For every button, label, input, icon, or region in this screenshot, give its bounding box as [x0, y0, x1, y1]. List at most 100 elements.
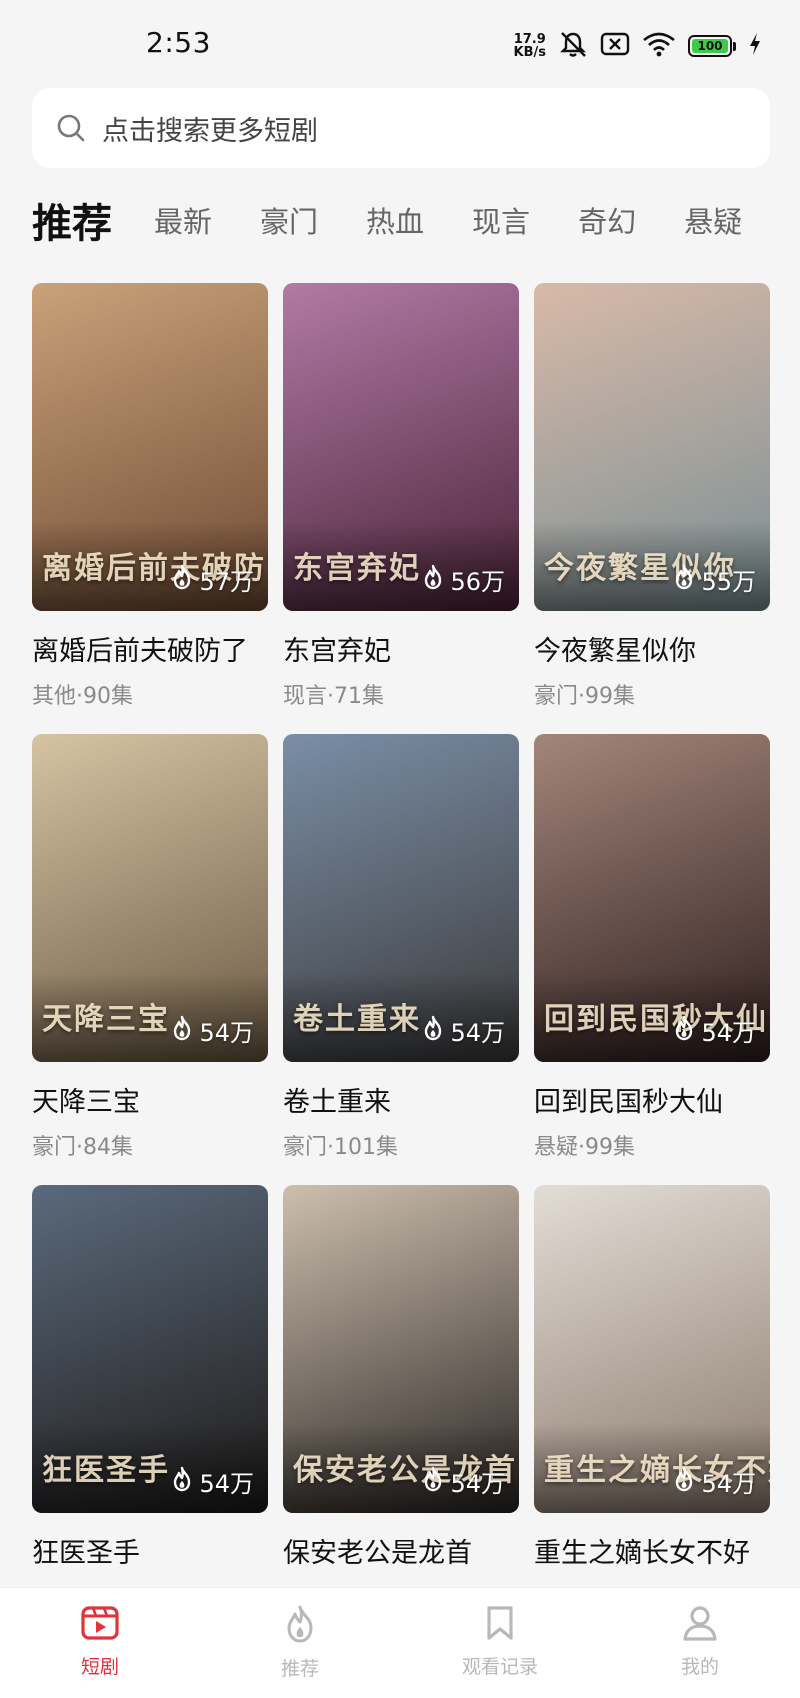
drama-title[interactable]: 今夜繁星似你 [534, 629, 770, 668]
drama-poster[interactable]: 保安老公是龙首 54万 [283, 1185, 519, 1513]
drama-title[interactable]: 重生之嫡长女不好 [534, 1531, 770, 1570]
nav-item-short-drama[interactable]: 短剧 [0, 1588, 200, 1698]
network-speed-unit: KB/s [513, 45, 546, 60]
tab-1[interactable]: 推荐 [32, 191, 112, 249]
drama-meta: 现言·71集 [283, 684, 384, 709]
heat-badge: 57万 [171, 562, 254, 597]
poster-title-art: 卷土重来 [293, 1002, 421, 1037]
tab-6[interactable]: 奇幻 [578, 199, 636, 241]
drama-meta: 悬疑·99集 [534, 1135, 635, 1160]
nav-label: 观看记录 [461, 1656, 538, 1678]
bookmark-icon [483, 1604, 517, 1646]
drama-title[interactable]: 回到民国秒大仙 [534, 1080, 770, 1119]
heat-badge: 54万 [171, 1464, 254, 1499]
bottom-nav: 短剧 推荐 观看记录 我的 [0, 1587, 800, 1698]
flame-icon [171, 564, 193, 596]
drama-card[interactable]: 卷土重来 54万 卷土重来 豪门·101集 [283, 734, 519, 1161]
drama-title[interactable]: 卷土重来 [283, 1080, 519, 1119]
tab-2[interactable]: 最新 [154, 199, 212, 241]
drama-poster[interactable]: 狂医圣手 54万 [32, 1185, 268, 1513]
heat-badge: 54万 [171, 1013, 254, 1048]
flame-icon [171, 1015, 193, 1047]
flame-icon [673, 564, 695, 596]
drama-title[interactable]: 离婚后前夫破防了 [32, 629, 268, 668]
battery-icon: 100 [688, 35, 736, 57]
drama-title[interactable]: 保安老公是龙首 [283, 1531, 519, 1570]
drama-title[interactable]: 天降三宝 [32, 1080, 268, 1119]
status-icons: 17.9 KB/s 100 [514, 30, 762, 62]
heat-count: 54万 [450, 1470, 505, 1498]
drama-card[interactable]: 保安老公是龙首 54万保安老公是龙首 [283, 1185, 519, 1570]
drama-title[interactable]: 狂医圣手 [32, 1531, 268, 1570]
drama-card[interactable]: 东宫弃妃 56万 东宫弃妃 现言·71集 [283, 283, 519, 710]
heat-badge: 54万 [673, 1013, 756, 1048]
heat-count: 54万 [701, 1470, 756, 1498]
heat-count: 54万 [199, 1470, 254, 1498]
category-tabs: 推荐 最新 豪门 热血 现言 奇幻 悬疑 [32, 190, 800, 250]
flame-icon [422, 564, 444, 596]
nav-label: 我的 [680, 1656, 719, 1678]
network-speed: 17.9 KB/s [514, 33, 546, 59]
heat-count: 54万 [199, 1019, 254, 1047]
poster-title-art: 天降三宝 [42, 1002, 170, 1037]
drama-grid: 离婚后前夫破防了57万离婚后前夫破防了其他·90集东宫弃妃56万东宫弃妃现言·7… [32, 283, 770, 1570]
wifi-icon [642, 31, 676, 61]
drama-poster[interactable]: 离婚后前夫破防了57万 [32, 283, 268, 611]
short-drama-icon [80, 1604, 120, 1646]
drama-title[interactable]: 东宫弃妃 [283, 629, 519, 668]
nav-label: 推荐 [280, 1658, 319, 1680]
drama-card[interactable]: 离婚后前夫破防了57万离婚后前夫破防了其他·90集 [32, 283, 268, 710]
drama-card[interactable]: 重生之嫡长女不好惹54万重生之嫡长女不好 [534, 1185, 770, 1570]
drama-meta: 豪门·99集 [534, 684, 635, 709]
status-bar: 2:53 17.9 KB/s 100 [0, 0, 800, 90]
heat-count: 56万 [450, 568, 505, 596]
heat-badge: 56万 [422, 562, 505, 597]
search-icon [57, 114, 85, 142]
poster-title-art: 狂医圣手 [42, 1453, 170, 1488]
search-placeholder: 点击搜索更多短剧 [102, 115, 318, 147]
heat-badge: 54万 [422, 1464, 505, 1499]
drama-poster[interactable]: 天降三宝 54万 [32, 734, 268, 1062]
flame-icon [171, 1466, 193, 1498]
flame-icon [673, 1015, 695, 1047]
heat-count: 54万 [701, 1019, 756, 1047]
charging-icon [748, 32, 762, 60]
tab-3[interactable]: 豪门 [260, 199, 318, 241]
nav-item-profile[interactable]: 我的 [600, 1588, 800, 1698]
search-input[interactable]: 点击搜索更多短剧 [32, 88, 770, 168]
flame-icon [422, 1015, 444, 1047]
drama-poster[interactable]: 卷土重来 54万 [283, 734, 519, 1062]
mute-icon [558, 30, 588, 62]
drama-card[interactable]: 今夜繁星似你 55万今夜繁星似你豪门·99集 [534, 283, 770, 710]
drama-meta: 豪门·101集 [283, 1135, 398, 1160]
tab-5[interactable]: 现言 [472, 199, 530, 241]
heat-badge: 54万 [673, 1464, 756, 1499]
drama-meta: 其他·90集 [32, 684, 133, 709]
poster-title-art: 东宫弃妃 [293, 551, 421, 586]
drama-poster[interactable]: 今夜繁星似你 55万 [534, 283, 770, 611]
tab-4[interactable]: 热血 [366, 199, 424, 241]
status-time: 2:53 [146, 26, 211, 59]
drama-poster[interactable]: 东宫弃妃 56万 [283, 283, 519, 611]
heat-badge: 55万 [673, 562, 756, 597]
sim-x-icon [600, 31, 630, 61]
flame-icon [283, 1604, 317, 1648]
drama-meta: 豪门·84集 [32, 1135, 133, 1160]
nav-label: 短剧 [80, 1656, 119, 1678]
drama-card[interactable]: 回到民国秒大仙 54万回到民国秒大仙悬疑·99集 [534, 734, 770, 1161]
heat-count: 57万 [199, 568, 254, 596]
heat-count: 55万 [701, 568, 756, 596]
drama-poster[interactable]: 重生之嫡长女不好惹54万 [534, 1185, 770, 1513]
heat-badge: 54万 [422, 1013, 505, 1048]
nav-item-bookmark[interactable]: 观看记录 [400, 1588, 600, 1698]
flame-icon [422, 1466, 444, 1498]
drama-card[interactable]: 天降三宝 54万 天降三宝 豪门·84集 [32, 734, 268, 1161]
profile-icon [681, 1604, 719, 1646]
drama-card[interactable]: 狂医圣手 54万 狂医圣手 [32, 1185, 268, 1570]
tab-7[interactable]: 悬疑 [684, 199, 742, 241]
nav-item-flame[interactable]: 推荐 [200, 1588, 400, 1698]
flame-icon [673, 1466, 695, 1498]
drama-poster[interactable]: 回到民国秒大仙 54万 [534, 734, 770, 1062]
heat-count: 54万 [450, 1019, 505, 1047]
battery-level: 100 [692, 39, 728, 53]
